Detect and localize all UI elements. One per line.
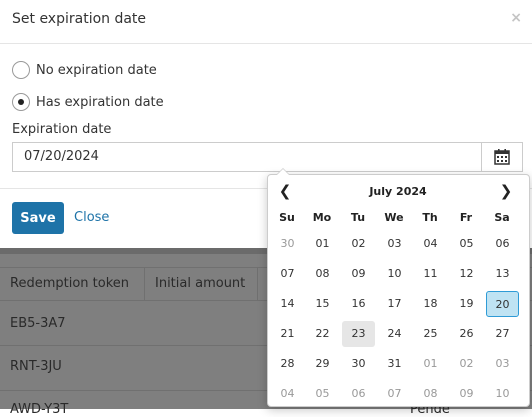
calendar-day[interactable]: 24 [378,321,411,347]
calendar-day[interactable]: 10 [486,381,519,407]
calendar-day[interactable]: 02 [342,231,375,257]
table-row-token: RNT-3JU [10,359,62,374]
calendar-day[interactable]: 14 [271,291,304,317]
calendar-day[interactable]: 27 [486,321,519,347]
has-expiration-radio[interactable] [12,93,30,111]
calendar-day[interactable]: 07 [271,261,304,287]
save-button[interactable]: Save [12,202,64,234]
expiration-date-input[interactable]: 07/20/2024 [12,142,482,172]
calendar-day[interactable]: 22 [306,321,339,347]
dialog-header: Set expiration date × [0,0,532,44]
calendar-day[interactable]: 06 [342,381,375,407]
calendar-day[interactable]: 04 [271,381,304,407]
calendar-day[interactable]: 15 [306,291,339,317]
calendar-day[interactable]: 06 [486,231,519,257]
datepicker-month-label[interactable]: July 2024 [328,185,468,198]
table-row-token: AWD-Y3T [10,402,69,417]
calendar-day[interactable]: 21 [271,321,304,347]
calendar-day[interactable]: 26 [450,321,483,347]
weekday-header: Sa [494,211,510,224]
calendar-day[interactable]: 30 [342,351,375,377]
no-expiration-option[interactable]: No expiration date [12,60,157,80]
next-month-icon[interactable]: ❯ [496,181,516,201]
calendar-day[interactable]: 20 [486,291,519,317]
calendar-day[interactable]: 04 [414,231,447,257]
no-expiration-label: No expiration date [36,62,157,78]
calendar-day[interactable]: 30 [271,231,304,257]
calendar-day[interactable]: 10 [378,261,411,287]
calendar-day[interactable]: 01 [414,351,447,377]
dialog-title: Set expiration date [12,11,147,27]
calendar-day[interactable]: 08 [306,261,339,287]
close-link[interactable]: Close [74,210,109,225]
has-expiration-option[interactable]: Has expiration date [12,92,164,112]
calendar-day[interactable]: 09 [342,261,375,287]
calendar-day[interactable]: 18 [414,291,447,317]
calendar-day[interactable]: 28 [271,351,304,377]
prev-month-icon[interactable]: ❮ [275,181,295,201]
calendar-day[interactable]: 29 [306,351,339,377]
weekday-header: Su [279,211,295,224]
calendar-day[interactable]: 31 [378,351,411,377]
calendar-day[interactable]: 09 [450,381,483,407]
calendar-day[interactable]: 03 [378,231,411,257]
calendar-day[interactable]: 25 [414,321,447,347]
col-redemption-token[interactable]: Redemption token [0,268,145,300]
weekday-header: Mo [312,211,332,224]
calendar-day[interactable]: 19 [450,291,483,317]
expiration-date-label: Expiration date [12,122,112,137]
calendar-day[interactable]: 03 [486,351,519,377]
calendar-day[interactable]: 11 [414,261,447,287]
calendar-day[interactable]: 01 [306,231,339,257]
calendar-day[interactable]: 17 [378,291,411,317]
calendar-day[interactable]: 23 [342,321,375,347]
calendar-day[interactable]: 05 [450,231,483,257]
calendar-day[interactable]: 13 [486,261,519,287]
has-expiration-label: Has expiration date [36,94,164,110]
weekday-header: Fr [459,211,473,224]
weekday-header: Tu [350,211,366,224]
weekday-header: We [384,211,404,224]
table-row-token: EB5-3A7 [10,316,66,331]
calendar-day[interactable]: 16 [342,291,375,317]
datepicker-popup: ❮ July 2024 ❯ Su Mo Tu We Th Fr Sa 30 01 02 03 04 05… [267,168,530,407]
calendar-day[interactable]: 02 [450,351,483,377]
weekday-header: Th [422,211,438,224]
calendar-day[interactable]: 05 [306,381,339,407]
calendar-day[interactable]: 08 [414,381,447,407]
calendar-day[interactable]: 12 [450,261,483,287]
calendar-day[interactable]: 07 [378,381,411,407]
calendar-button[interactable] [481,142,523,172]
calendar-icon [494,149,510,165]
col-initial-amount[interactable]: Initial amount [145,268,258,300]
no-expiration-radio[interactable] [12,61,30,79]
close-icon[interactable]: × [510,10,522,26]
